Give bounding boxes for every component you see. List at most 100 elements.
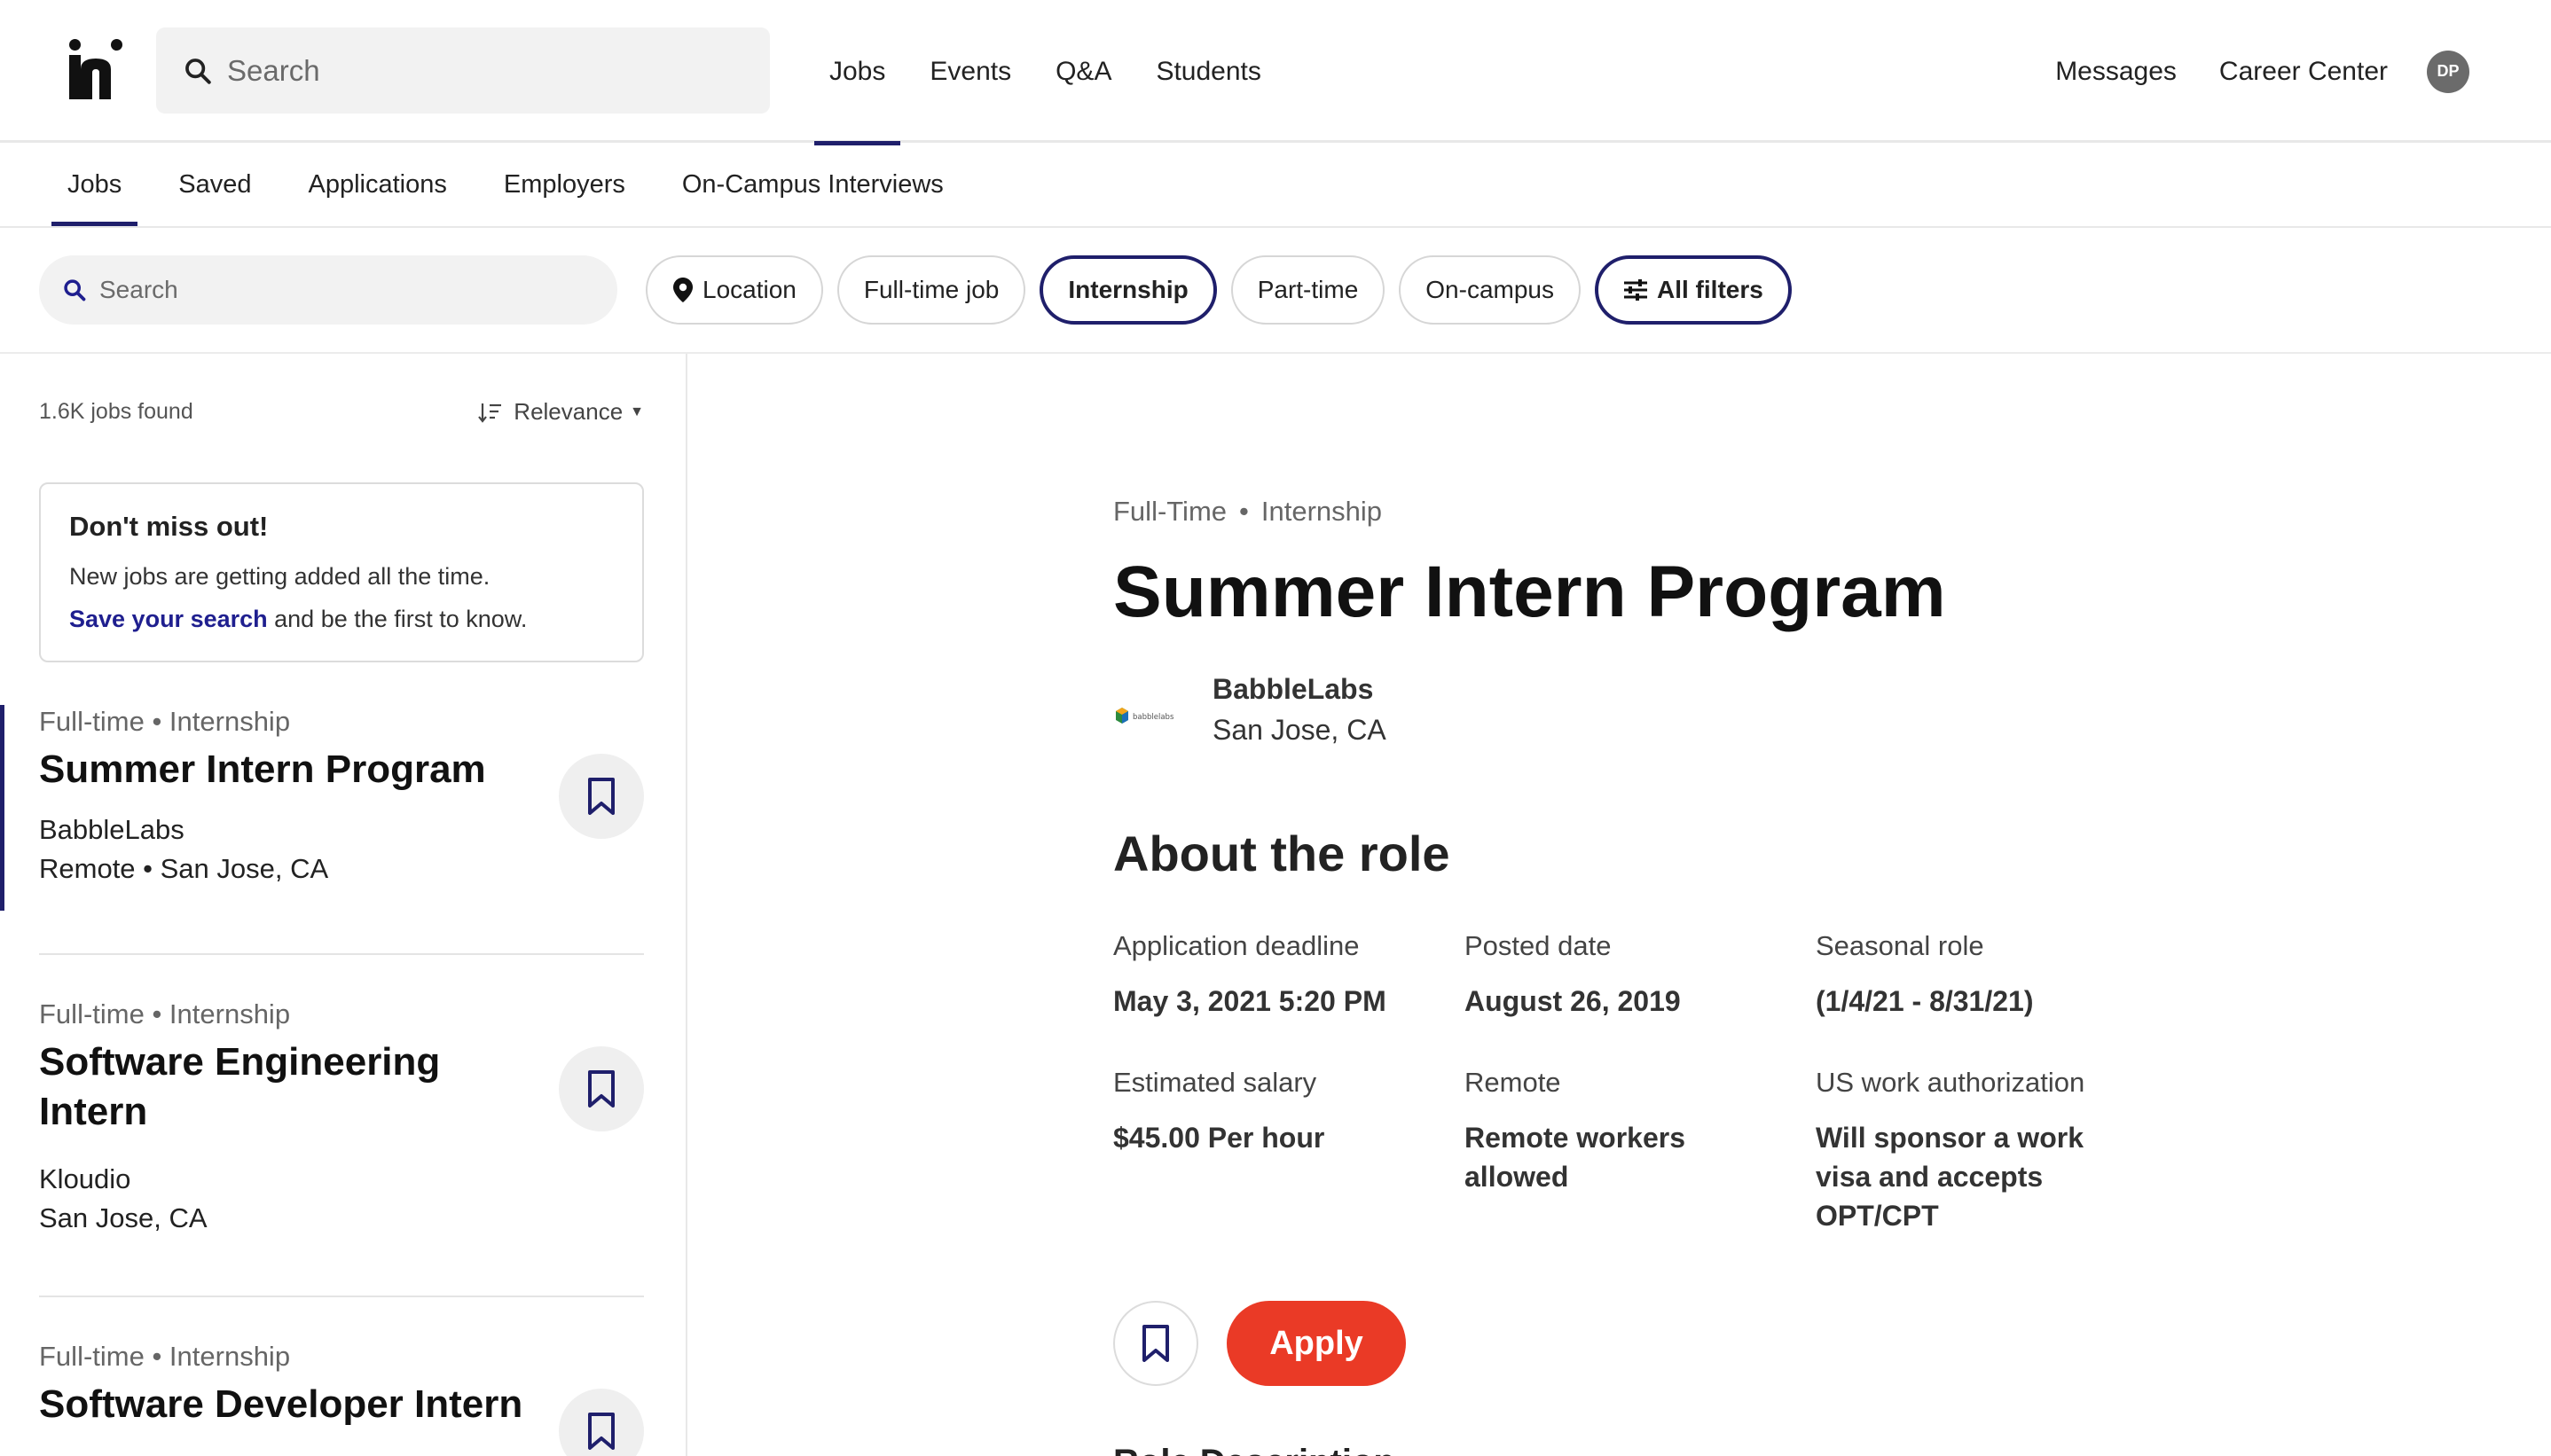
nav-students[interactable]: Students <box>1134 0 1283 143</box>
filter-part-time[interactable]: Part-time <box>1230 255 1385 325</box>
sort-icon <box>478 402 503 423</box>
filter-chips: Location Full-time job Internship Part-t… <box>646 255 1806 325</box>
primary-nav: Jobs Events Q&A Students <box>807 0 1283 145</box>
filter-all-filters-label: All filters <box>1657 276 1763 303</box>
fact-value: August 26, 2019 <box>1464 985 1681 1017</box>
fact-remote: Remote Remote workers allowed <box>1464 1067 1731 1196</box>
job-search-placeholder: Search <box>99 276 178 303</box>
job-card-meta: Full-time • Internship <box>39 1341 291 1372</box>
bookmark-button[interactable] <box>559 1046 644 1131</box>
job-card-title[interactable]: Software Developer Intern <box>39 1380 536 1429</box>
job-card-title[interactable]: Summer Intern Program <box>39 745 536 795</box>
filter-location[interactable]: Location <box>646 255 823 325</box>
fact-estimated-salary: Estimated salary $45.00 Per hour <box>1113 1067 1441 1157</box>
job-kind: Internship <box>1260 496 1383 527</box>
filter-location-label: Location <box>703 276 797 303</box>
tab-jobs[interactable]: Jobs <box>39 143 150 226</box>
search-icon <box>185 58 211 84</box>
job-card-company: Kloudio <box>39 1163 131 1194</box>
active-card-indicator <box>0 705 4 911</box>
role-description-heading: Role Description <box>1113 1443 1395 1456</box>
apply-button[interactable]: Apply <box>1227 1301 1406 1386</box>
fact-value: $45.00 Per hour <box>1113 1122 1325 1154</box>
job-card-location: Remote • San Jose, CA <box>39 853 329 884</box>
company-logo-text: babblelabs <box>1133 713 1174 722</box>
global-search-placeholder: Search <box>227 53 320 87</box>
bookmark-icon <box>588 778 615 815</box>
tab-applications[interactable]: Applications <box>280 143 475 226</box>
filter-all-filters[interactable]: All filters <box>1595 255 1792 325</box>
fact-label: Seasonal role <box>1816 930 1984 961</box>
job-detail-meta: Full-Time • Internship <box>1113 496 1382 528</box>
bookmark-icon <box>588 1070 615 1108</box>
job-detail-location: San Jose, CA <box>1213 714 1386 746</box>
job-card-company: BabbleLabs <box>39 814 184 845</box>
job-search-input[interactable]: Search <box>39 255 617 325</box>
job-card[interactable]: Full-time • Internship Software Develope… <box>39 1341 644 1456</box>
bookmark-icon <box>1142 1325 1169 1362</box>
filter-bar: Search Location Full-time job Internship… <box>0 228 2551 354</box>
job-card[interactable]: Full-time • Internship Summer Intern Pro… <box>39 706 644 885</box>
about-role-heading: About the role <box>1113 826 1450 881</box>
fact-label: Remote <box>1464 1067 1561 1098</box>
nav-jobs[interactable]: Jobs <box>807 0 907 145</box>
nav-qa[interactable]: Q&A <box>1033 0 1134 143</box>
handshake-logo[interactable] <box>69 39 122 99</box>
tab-employers[interactable]: Employers <box>475 143 654 226</box>
fact-label: Posted date <box>1464 930 1612 961</box>
fact-label: Estimated salary <box>1113 1067 1317 1098</box>
jobs-sub-navigation: Jobs Saved Applications Employers On-Cam… <box>0 143 2551 228</box>
card-divider <box>39 1296 644 1297</box>
sort-label: Relevance <box>514 398 624 425</box>
fact-label: US work authorization <box>1816 1067 2085 1098</box>
fact-value: May 3, 2021 5:20 PM <box>1113 985 1386 1017</box>
top-navigation-bar: Search Jobs Events Q&A Students Messages… <box>0 0 2551 145</box>
global-search-input[interactable]: Search <box>156 27 770 114</box>
job-detail-title: Summer Intern Program <box>1113 552 1946 632</box>
fact-value: (1/4/21 - 8/31/21) <box>1816 985 2034 1017</box>
promo-line-1: New jobs are getting added all the time. <box>69 563 491 590</box>
results-header: 1.6K jobs found Relevance ▼ <box>39 398 644 426</box>
tab-saved[interactable]: Saved <box>150 143 279 226</box>
tab-on-campus-interviews[interactable]: On-Campus Interviews <box>654 143 972 226</box>
job-card-title[interactable]: Software Engineering Intern <box>39 1037 536 1137</box>
detail-bookmark-button[interactable] <box>1113 1301 1198 1386</box>
fact-seasonal-role: Seasonal role (1/4/21 - 8/31/21) <box>1816 930 2144 1021</box>
save-search-promo: Don't miss out! New jobs are getting add… <box>39 482 644 662</box>
filter-full-time[interactable]: Full-time job <box>836 255 1026 325</box>
bookmark-button[interactable] <box>559 1389 644 1456</box>
save-search-link[interactable]: Save your search <box>69 606 268 632</box>
search-icon <box>64 279 86 301</box>
fact-value: Will sponsor a work visa and accepts OPT… <box>1816 1122 2084 1232</box>
promo-line-2: Save your search and be the first to kno… <box>69 598 614 640</box>
nav-career-center[interactable]: Career Center <box>2219 57 2388 87</box>
promo-line-2-text: and be the first to know. <box>267 606 528 632</box>
job-card-location: San Jose, CA <box>39 1202 208 1233</box>
sort-dropdown[interactable]: Relevance ▼ <box>478 398 644 426</box>
job-type: Full-Time <box>1113 496 1228 527</box>
card-divider <box>39 953 644 955</box>
top-right-nav: Messages Career Center DP <box>2013 0 2469 143</box>
job-card[interactable]: Full-time • Internship Software Engineer… <box>39 998 644 1234</box>
company-logo[interactable]: babblelabs <box>1113 702 1184 731</box>
fact-posted-date: Posted date August 26, 2019 <box>1464 930 1793 1021</box>
job-results-list[interactable]: 1.6K jobs found Relevance ▼ Don't miss o… <box>0 354 687 1456</box>
fact-application-deadline: Application deadline May 3, 2021 5:20 PM <box>1113 930 1441 1021</box>
nav-events[interactable]: Events <box>907 0 1033 143</box>
meta-separator: • <box>1239 496 1249 527</box>
sliders-icon <box>1623 278 1648 301</box>
promo-title: Don't miss out! <box>69 511 269 542</box>
filter-on-campus[interactable]: On-campus <box>1399 255 1581 325</box>
bookmark-icon <box>588 1413 615 1450</box>
results-count: 1.6K jobs found <box>39 399 193 424</box>
chevron-down-icon: ▼ <box>630 403 644 419</box>
location-pin-icon <box>672 277 694 303</box>
filter-internship[interactable]: Internship <box>1040 255 1217 325</box>
job-card-meta: Full-time • Internship <box>39 706 291 737</box>
user-avatar[interactable]: DP <box>2427 50 2469 93</box>
job-detail-company[interactable]: BabbleLabs <box>1213 673 1373 706</box>
fact-value: Remote workers allowed <box>1464 1122 1685 1193</box>
nav-messages[interactable]: Messages <box>2055 57 2177 87</box>
job-card-meta: Full-time • Internship <box>39 998 291 1029</box>
bookmark-button[interactable] <box>559 754 644 839</box>
